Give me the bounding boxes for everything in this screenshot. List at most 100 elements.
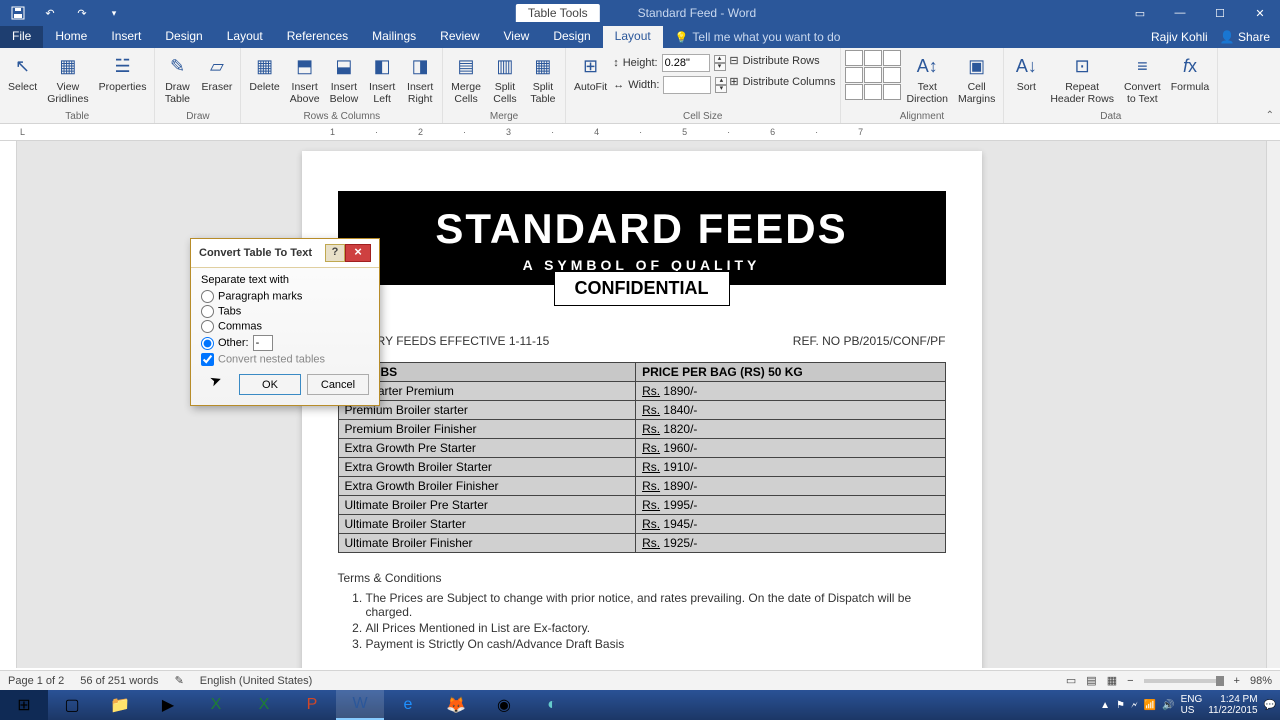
- share-button[interactable]: 👤 Share: [1220, 30, 1270, 44]
- width-up[interactable]: ▴: [715, 77, 727, 85]
- undo-button[interactable]: ↶: [38, 1, 62, 25]
- align-mr[interactable]: [883, 67, 901, 83]
- save-button[interactable]: [6, 1, 30, 25]
- price-table[interactable]: CRUMBSPRICE PER BAG (RS) 50 KG Pre Start…: [338, 362, 946, 553]
- convert-to-text-button[interactable]: ≡Convert to Text: [1120, 50, 1165, 107]
- height-up[interactable]: ▴: [714, 55, 726, 63]
- zoom-in-button[interactable]: +: [1234, 675, 1240, 687]
- excel2-button[interactable]: X: [240, 690, 288, 720]
- tab-review[interactable]: Review: [428, 26, 491, 48]
- table-row[interactable]: Premium Broiler FinisherRs. 1820/-: [338, 420, 945, 439]
- user-name[interactable]: Rajiv Kohli: [1151, 30, 1208, 44]
- tray-clock[interactable]: 1:24 PM11/22/2015: [1208, 694, 1257, 716]
- tab-design[interactable]: Design: [153, 26, 214, 48]
- dialog-close-button[interactable]: ×: [345, 244, 371, 262]
- word-count[interactable]: 56 of 251 words: [80, 675, 158, 687]
- sort-button[interactable]: A↓Sort: [1008, 50, 1044, 96]
- insert-above-button[interactable]: ⬒Insert Above: [286, 50, 324, 107]
- table-row[interactable]: Extra Growth Pre StarterRs. 1960/-: [338, 439, 945, 458]
- tray-lang[interactable]: ENGUS: [1181, 694, 1203, 716]
- start-button[interactable]: ⊞: [0, 690, 48, 720]
- delete-button[interactable]: ▦Delete: [245, 50, 283, 96]
- table-row[interactable]: Extra Growth Broiler StarterRs. 1910/-: [338, 458, 945, 477]
- tray-power-icon[interactable]: 🗲: [1131, 700, 1138, 711]
- zoom-out-button[interactable]: −: [1127, 675, 1133, 687]
- tab-file[interactable]: File: [0, 26, 43, 48]
- insert-right-button[interactable]: ◨Insert Right: [402, 50, 438, 107]
- width-down[interactable]: ▾: [715, 85, 727, 93]
- table-row[interactable]: Ultimate Broiler Pre StarterRs. 1995/-: [338, 496, 945, 515]
- tab-mailings[interactable]: Mailings: [360, 26, 428, 48]
- cell-margins-button[interactable]: ▣Cell Margins: [954, 50, 999, 107]
- width-input[interactable]: [663, 76, 711, 94]
- ruler-horizontal[interactable]: L 1·2·3·4·5·6·7: [0, 124, 1280, 141]
- other-separator-input[interactable]: [253, 335, 273, 351]
- scrollbar-vertical[interactable]: [1266, 141, 1280, 668]
- close-button[interactable]: ✕: [1240, 0, 1280, 26]
- properties-button[interactable]: ☱Properties: [95, 50, 151, 96]
- alignment-grid[interactable]: [845, 50, 901, 100]
- distribute-rows-button[interactable]: ⊟Distribute Rows: [729, 54, 835, 67]
- chrome-button[interactable]: ◉: [480, 690, 528, 720]
- nested-tables-checkbox[interactable]: Convert nested tables: [201, 353, 369, 366]
- table-row[interactable]: Extra Growth Broiler FinisherRs. 1890/-: [338, 477, 945, 496]
- align-tr[interactable]: [883, 50, 901, 66]
- media-player-button[interactable]: ▶: [144, 690, 192, 720]
- word-button[interactable]: W: [336, 690, 384, 720]
- split-cells-button[interactable]: ▥Split Cells: [487, 50, 523, 107]
- excel-button[interactable]: X: [192, 690, 240, 720]
- draw-table-button[interactable]: ✎Draw Table: [159, 50, 195, 107]
- insert-below-button[interactable]: ⬓Insert Below: [326, 50, 363, 107]
- table-row[interactable]: Ultimate Broiler StarterRs. 1945/-: [338, 515, 945, 534]
- ruler-vertical[interactable]: [0, 141, 17, 668]
- tell-me-search[interactable]: Tell me what you want to do: [663, 26, 841, 48]
- align-tl[interactable]: [845, 50, 863, 66]
- align-br[interactable]: [883, 84, 901, 100]
- proofing-icon[interactable]: ✎: [175, 674, 184, 687]
- zoom-level[interactable]: 98%: [1250, 675, 1272, 687]
- tray-network-icon[interactable]: 📶: [1144, 700, 1156, 711]
- tray-up-icon[interactable]: ▲: [1100, 700, 1110, 711]
- view-gridlines-button[interactable]: ▦View Gridlines: [43, 50, 92, 107]
- eraser-button[interactable]: ▱Eraser: [197, 50, 236, 96]
- merge-cells-button[interactable]: ▤Merge Cells: [447, 50, 485, 107]
- qat-customize-button[interactable]: ▾: [102, 1, 126, 25]
- dialog-help-button[interactable]: ?: [325, 244, 345, 262]
- ribbon-display-icon[interactable]: ▭: [1120, 0, 1160, 26]
- edge-button[interactable]: ◐: [528, 690, 576, 720]
- table-row[interactable]: Pre Starter PremiumRs. 1890/-: [338, 382, 945, 401]
- radio-tabs[interactable]: Tabs: [201, 305, 369, 318]
- radio-paragraph[interactable]: Paragraph marks: [201, 290, 369, 303]
- distribute-cols-button[interactable]: ⊞Distribute Columns: [729, 75, 835, 88]
- tab-table-layout[interactable]: Layout: [603, 26, 663, 48]
- print-layout-icon[interactable]: ▤: [1086, 674, 1096, 687]
- table-row[interactable]: Ultimate Broiler FinisherRs. 1925/-: [338, 534, 945, 553]
- web-layout-icon[interactable]: ▦: [1107, 674, 1117, 687]
- align-bl[interactable]: [845, 84, 863, 100]
- tab-table-design[interactable]: Design: [541, 26, 602, 48]
- redo-button[interactable]: ↷: [70, 1, 94, 25]
- tray-sound-icon[interactable]: 🔊: [1162, 700, 1174, 711]
- tray-notifications-icon[interactable]: 💬: [1264, 700, 1276, 711]
- task-view-button[interactable]: ▢: [48, 690, 96, 720]
- tab-home[interactable]: Home: [43, 26, 99, 48]
- split-table-button[interactable]: ▦Split Table: [525, 50, 561, 107]
- text-direction-button[interactable]: A↕Text Direction: [903, 50, 952, 107]
- tab-view[interactable]: View: [492, 26, 542, 48]
- align-bc[interactable]: [864, 84, 882, 100]
- align-ml[interactable]: [845, 67, 863, 83]
- ie-button[interactable]: e: [384, 690, 432, 720]
- tray-flag-icon[interactable]: ⚑: [1116, 700, 1125, 711]
- align-mc[interactable]: [864, 67, 882, 83]
- read-mode-icon[interactable]: ▭: [1066, 674, 1076, 687]
- autofit-button[interactable]: ⊞AutoFit: [570, 50, 611, 96]
- maximize-button[interactable]: ☐: [1200, 0, 1240, 26]
- page-status[interactable]: Page 1 of 2: [8, 675, 64, 687]
- radio-other[interactable]: Other:: [201, 335, 369, 351]
- insert-left-button[interactable]: ◧Insert Left: [364, 50, 400, 107]
- tab-layout[interactable]: Layout: [215, 26, 275, 48]
- language-status[interactable]: English (United States): [200, 675, 313, 687]
- file-explorer-button[interactable]: 📁: [96, 690, 144, 720]
- powerpoint-button[interactable]: P: [288, 690, 336, 720]
- height-input[interactable]: [662, 54, 710, 72]
